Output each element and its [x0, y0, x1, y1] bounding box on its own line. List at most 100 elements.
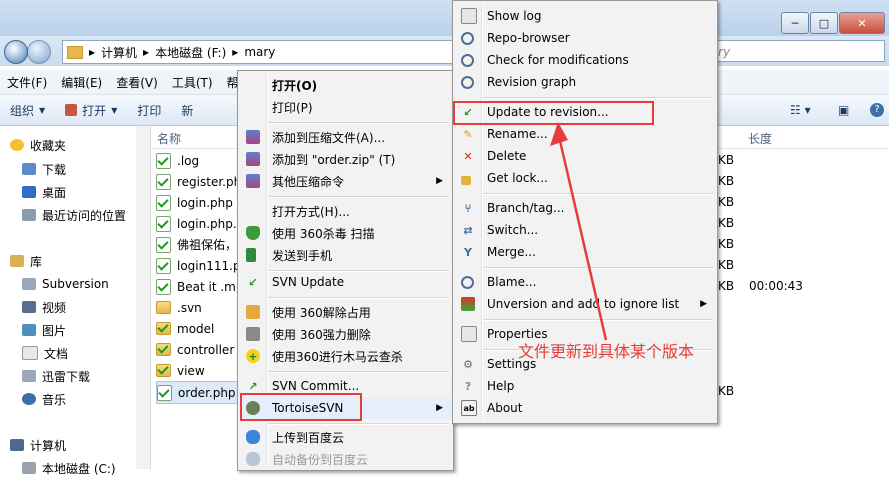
menu-repo-browser[interactable]: Repo-browser [455, 27, 715, 49]
highlight-tortoisesvn [240, 393, 362, 421]
branch-icon: ⑂ [464, 201, 472, 215]
lock-icon [461, 175, 471, 185]
file-row[interactable]: .log [156, 150, 199, 171]
nav-downloads[interactable]: 下载 [22, 159, 66, 179]
breadcrumb-computer[interactable]: 计算机 [101, 44, 137, 61]
help-icon: ? [464, 379, 472, 393]
svn-folder-icon [156, 322, 171, 335]
svn-file-icon [156, 194, 171, 211]
breadcrumb-folder[interactable]: mary [244, 45, 275, 59]
menu-open[interactable]: 打开(O) [240, 74, 451, 96]
menu-360-force-delete[interactable]: 使用 360强力删除 [240, 323, 451, 345]
shredder-icon [246, 327, 260, 341]
menu-upload-baidu[interactable]: 上传到百度云 [240, 426, 451, 448]
menu-check-modifications[interactable]: Check for modifications [455, 49, 715, 71]
organize-button[interactable]: 组织 ▼ [0, 102, 55, 119]
nav-library[interactable]: 库 [10, 251, 42, 271]
menu-360-unlock[interactable]: 使用 360解除占用 [240, 301, 451, 323]
breadcrumb-drive[interactable]: 本地磁盘 (F:) [155, 44, 226, 61]
svn-file-icon [156, 173, 171, 190]
svn-update-icon: ↙ [248, 275, 258, 289]
menu-help[interactable]: ? Help [455, 375, 715, 397]
star-icon [10, 139, 24, 151]
size-cell: KB [718, 258, 735, 272]
title-bar [0, 0, 889, 36]
nav-recent[interactable]: 最近访问的位置 [22, 205, 126, 225]
menu-tools[interactable]: 工具(T) [165, 74, 220, 91]
nav-scrollbar[interactable] [136, 126, 151, 469]
print-button[interactable]: 打印 [127, 102, 171, 119]
menu-add-to-zip[interactable]: 添加到 "order.zip" (T) [240, 148, 451, 170]
search-input[interactable]: mary [690, 40, 885, 62]
file-row[interactable]: login.php [156, 192, 233, 213]
file-row[interactable]: login111.p [156, 255, 241, 276]
minimize-button[interactable]: ─ [781, 12, 809, 34]
svn-commit-icon: ↗ [248, 379, 258, 393]
size-cell: KB [718, 384, 735, 398]
nav-drive-c[interactable]: 本地磁盘 (C:) [22, 458, 116, 478]
menu-show-log[interactable]: Show log [455, 5, 715, 27]
menu-send-to-phone[interactable]: 发送到手机 [240, 244, 451, 266]
nav-desktop[interactable]: 桌面 [22, 182, 66, 202]
file-row-selected[interactable]: order.php [156, 381, 240, 404]
close-button[interactable]: ✕ [839, 12, 885, 34]
menu-360-scan[interactable]: 使用 360杀毒 扫描 [240, 222, 451, 244]
menu-open-with[interactable]: 打开方式(H)... [240, 200, 451, 222]
submenu-arrow-icon: ▶ [436, 403, 443, 413]
file-row[interactable]: controller [156, 339, 234, 360]
nav-music[interactable]: 音乐 [22, 389, 66, 409]
preview-pane-icon[interactable]: ▣ [828, 103, 859, 117]
new-button[interactable]: 新 [171, 102, 203, 119]
file-row[interactable]: login.php. [156, 213, 237, 234]
cloud-icon [246, 430, 260, 444]
blame-icon [461, 275, 474, 289]
back-button[interactable] [4, 40, 28, 64]
file-row[interactable]: view [156, 360, 205, 381]
desktop-icon [22, 186, 36, 198]
address-bar[interactable]: ▸ 计算机 ▸ 本地磁盘 (F:) ▸ mary [62, 40, 464, 64]
menu-about[interactable]: ab About [455, 397, 715, 419]
menu-print[interactable]: 打印(P) [240, 96, 451, 118]
nav-subversion[interactable]: Subversion [22, 274, 109, 294]
file-row[interactable]: Beat it .mp [156, 276, 243, 297]
repo-browser-icon [461, 31, 474, 45]
forward-button[interactable] [27, 40, 51, 64]
file-row[interactable]: .svn [156, 297, 202, 318]
column-name[interactable]: 名称 [157, 130, 181, 147]
menu-360-trojan-scan[interactable]: + 使用360进行木马云查杀 [240, 345, 451, 367]
winrar-icon [246, 152, 260, 166]
menu-edit[interactable]: 编辑(E) [54, 74, 109, 91]
maximize-button[interactable]: □ [810, 12, 838, 34]
nav-computer[interactable]: 计算机 [10, 435, 66, 455]
plus-shield-icon: + [246, 349, 260, 363]
nav-pictures[interactable]: 图片 [22, 320, 66, 340]
nav-favorites[interactable]: 收藏夹 [10, 135, 66, 155]
help-icon[interactable]: ? [860, 103, 889, 117]
size-cell: KB [718, 174, 735, 188]
file-row[interactable]: model [156, 318, 214, 339]
size-cell: KB [718, 153, 735, 167]
menu-auto-backup-baidu[interactable]: 自动备份到百度云 [240, 448, 451, 470]
size-cell: KB [718, 195, 735, 209]
column-length[interactable]: 长度 [748, 130, 772, 147]
menu-other-compress[interactable]: 其他压缩命令 ▶ [240, 170, 451, 192]
menu-view[interactable]: 查看(V) [109, 74, 165, 91]
menu-revision-graph[interactable]: Revision graph [455, 71, 715, 93]
folder-icon [67, 45, 83, 59]
open-button[interactable]: 打开 ▼ [55, 102, 127, 119]
arrow-shaft [556, 131, 608, 341]
file-row[interactable]: register.ph [156, 171, 241, 192]
menu-file[interactable]: 文件(F) [0, 74, 54, 91]
nav-thunder-downloads[interactable]: 迅雷下载 [22, 366, 90, 386]
music-icon [22, 393, 36, 405]
menu-separator [268, 297, 449, 299]
switch-icon: ⇄ [463, 223, 473, 237]
nav-documents[interactable]: 文档 [22, 343, 68, 363]
pencil-icon: ✎ [463, 127, 473, 141]
menu-add-to-archive[interactable]: 添加到压缩文件(A)... [240, 126, 451, 148]
menu-svn-update[interactable]: ↙ SVN Update [240, 271, 451, 293]
file-row[interactable]: 佛祖保佑， [156, 234, 237, 255]
size-cell: KB [718, 279, 735, 293]
nav-videos[interactable]: 视频 [22, 297, 66, 317]
view-options-icon[interactable]: ☷ ▾ [780, 103, 821, 117]
